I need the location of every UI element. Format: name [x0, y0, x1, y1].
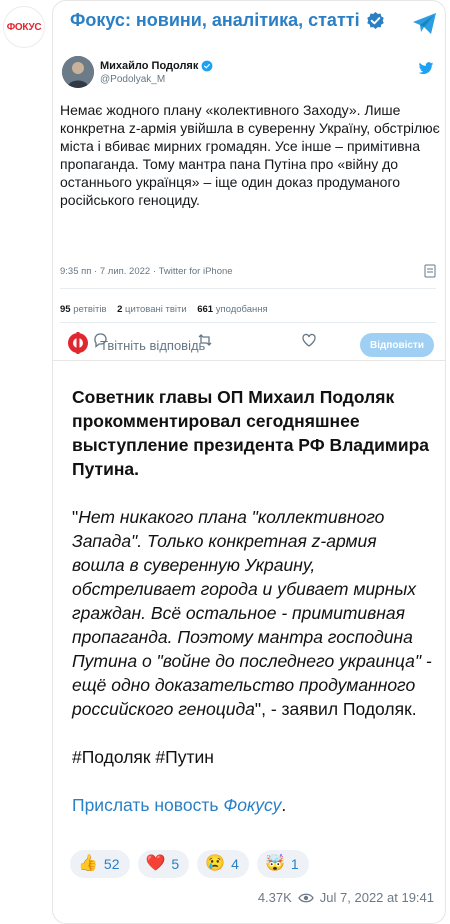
thumbs-up-icon: 👍: [78, 855, 98, 872]
reaction-count: 52: [103, 856, 120, 872]
crying-face-icon: 😢: [205, 855, 226, 872]
eye-icon: [298, 893, 314, 902]
tweet-stats: 95 ретвітів 2 цитовані твіти 661 уподоба…: [60, 304, 268, 315]
fokus-logo-icon: [68, 332, 88, 354]
channel-header: Фокус: новини, аналітика, статті: [70, 10, 385, 31]
reaction-count: 1: [290, 856, 299, 872]
reply-input[interactable]: Твітніть відповідь: [100, 338, 205, 353]
post-body: Советник главы ОП Михаил Подоляк прокомм…: [72, 385, 434, 817]
channel-avatar[interactable]: ФОКУС: [3, 6, 45, 48]
person-icon: [62, 56, 94, 88]
reaction-count: 5: [171, 856, 180, 872]
exploding-head-icon: 🤯: [264, 855, 285, 872]
hashtags[interactable]: #Подоляк #Путин: [72, 745, 434, 769]
reaction-heart[interactable]: ❤️ 5: [137, 850, 190, 878]
heart-icon: ❤️: [145, 855, 166, 872]
telegram-share-icon[interactable]: [410, 8, 440, 38]
quote-close: ", - заявил Подоляк.: [254, 699, 417, 719]
submit-news-suffix: .: [281, 795, 287, 815]
reactions-bar: 👍 52 ❤️ 5 😢 4 🤯 1: [70, 850, 309, 878]
tweet-author-name-text: Михайло Подоляк: [100, 60, 199, 72]
quotes-count[interactable]: 2: [117, 304, 122, 315]
tweet-author-handle[interactable]: @Podolyak_M: [100, 74, 165, 85]
tweet-text: Немає жодного плану «колективного Заходу…: [60, 102, 440, 208]
submit-news-brand[interactable]: Фокусу: [223, 795, 281, 815]
divider: [60, 322, 436, 323]
submit-news-line: Прислать новость Фокусу.: [72, 793, 434, 817]
verified-icon: [366, 11, 384, 30]
views-count: 4.37K: [257, 890, 292, 905]
channel-title[interactable]: Фокус: новини, аналітика, статті: [70, 10, 360, 31]
retweets-count[interactable]: 95: [60, 304, 71, 315]
reply-button[interactable]: Відповісти: [360, 333, 434, 357]
likes-label[interactable]: уподобання: [216, 304, 268, 315]
tweet-meta[interactable]: 9:35 пп · 7 лип. 2022 · Twitter for iPho…: [60, 266, 233, 277]
likes-count[interactable]: 661: [197, 304, 213, 315]
reaction-thumbs-up[interactable]: 👍 52: [70, 850, 130, 878]
submit-news-link[interactable]: Прислать новость: [72, 795, 223, 815]
verified-icon: [201, 60, 213, 72]
reply-row: Твітніть відповідь Відповісти: [52, 325, 446, 365]
quotes-label[interactable]: цитовані твіти: [125, 304, 187, 315]
info-icon[interactable]: [424, 264, 436, 278]
post-quote: "Нет никакого плана "коллективного Запад…: [72, 505, 434, 721]
post-lead: Советник главы ОП Михаил Подоляк прокомм…: [72, 387, 430, 479]
channel-avatar-text: ФОКУС: [6, 21, 42, 33]
twitter-icon[interactable]: [418, 60, 434, 76]
embedded-tweet[interactable]: Михайло Подоляк @Podolyak_M Немає жодног…: [52, 42, 446, 361]
message-timestamp: Jul 7, 2022 at 19:41: [319, 890, 434, 905]
tweet-author-avatar[interactable]: [62, 56, 94, 88]
reaction-count: 4: [231, 856, 239, 872]
reaction-mind-blown[interactable]: 🤯 1: [256, 850, 309, 878]
divider: [60, 288, 436, 289]
quote-text: Нет никакого плана "коллективного Запада…: [72, 507, 432, 719]
retweets-label[interactable]: ретвітів: [73, 304, 106, 315]
reaction-crying[interactable]: 😢 4: [197, 850, 249, 878]
message-footer: 4.37K Jul 7, 2022 at 19:41: [258, 890, 434, 905]
tweet-author-name[interactable]: Михайло Подоляк: [100, 60, 213, 72]
